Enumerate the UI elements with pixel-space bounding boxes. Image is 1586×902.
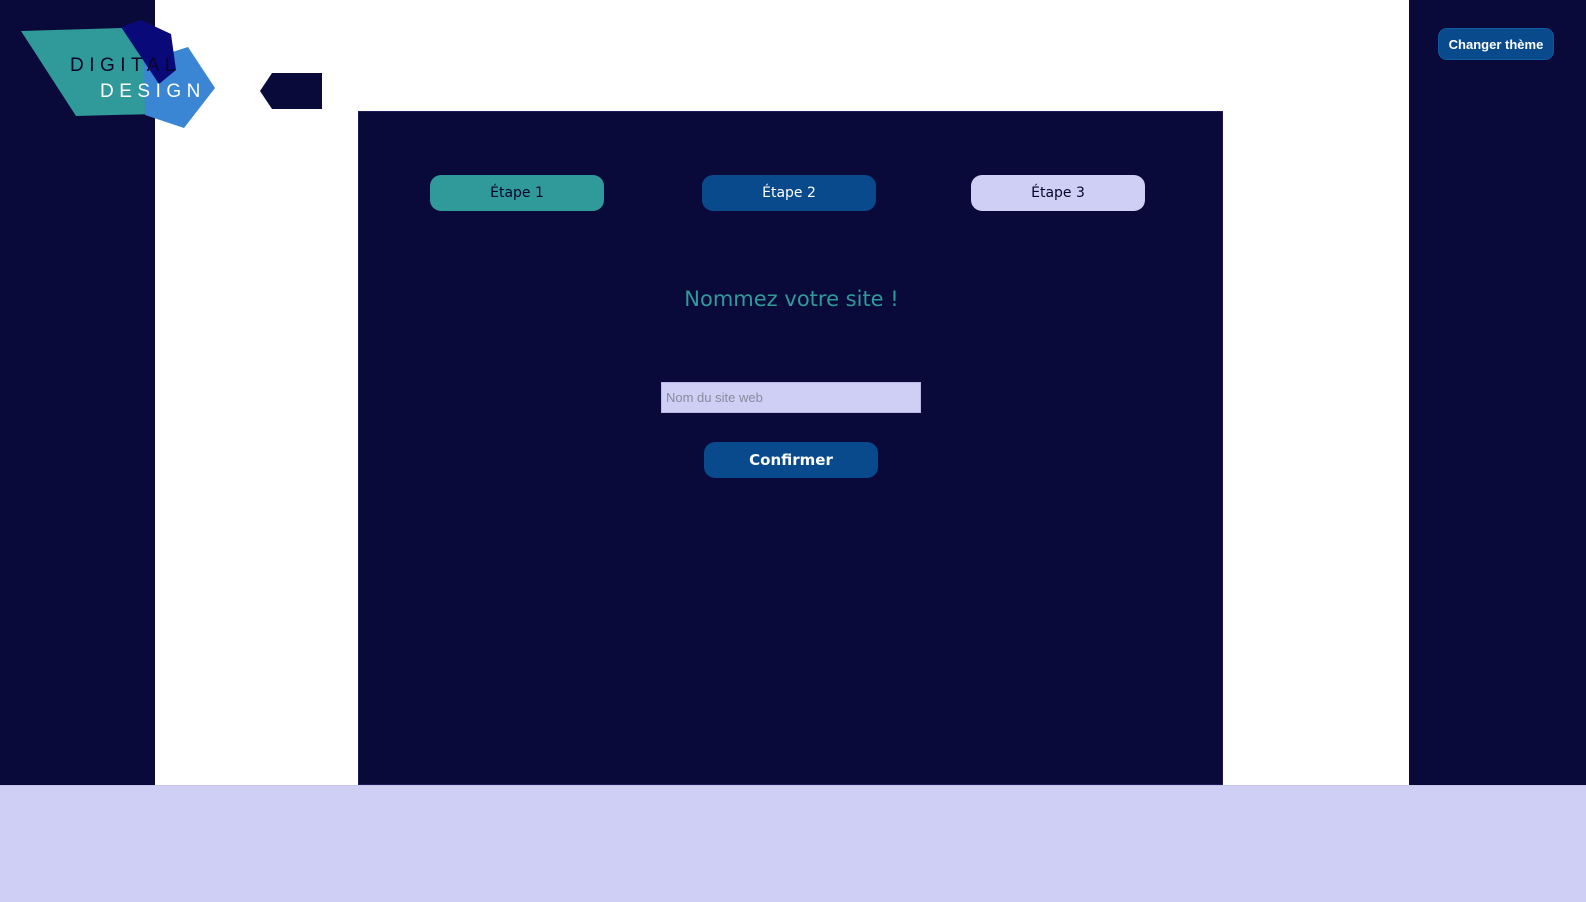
footer — [0, 785, 1586, 902]
right-sidebar — [1409, 0, 1586, 785]
back-arrow-icon[interactable] — [260, 73, 322, 109]
step-1-button[interactable]: Étape 1 — [430, 175, 604, 211]
step-heading: Nommez votre site ! — [684, 287, 899, 311]
site-name-input[interactable] — [661, 382, 921, 413]
brand-logo[interactable]: DIGITAL DESIGN — [18, 14, 223, 132]
step-3-button[interactable]: Étape 3 — [971, 175, 1145, 211]
brand-line-2: DESIGN — [100, 81, 206, 102]
change-theme-button[interactable]: Changer thème — [1438, 28, 1554, 60]
wizard-panel: Étape 1 Étape 2 Étape 3 Nommez votre sit… — [358, 111, 1223, 785]
confirm-button[interactable]: Confirmer — [704, 442, 878, 478]
brand-line-1: DIGITAL — [70, 55, 181, 76]
step-2-button[interactable]: Étape 2 — [702, 175, 876, 211]
